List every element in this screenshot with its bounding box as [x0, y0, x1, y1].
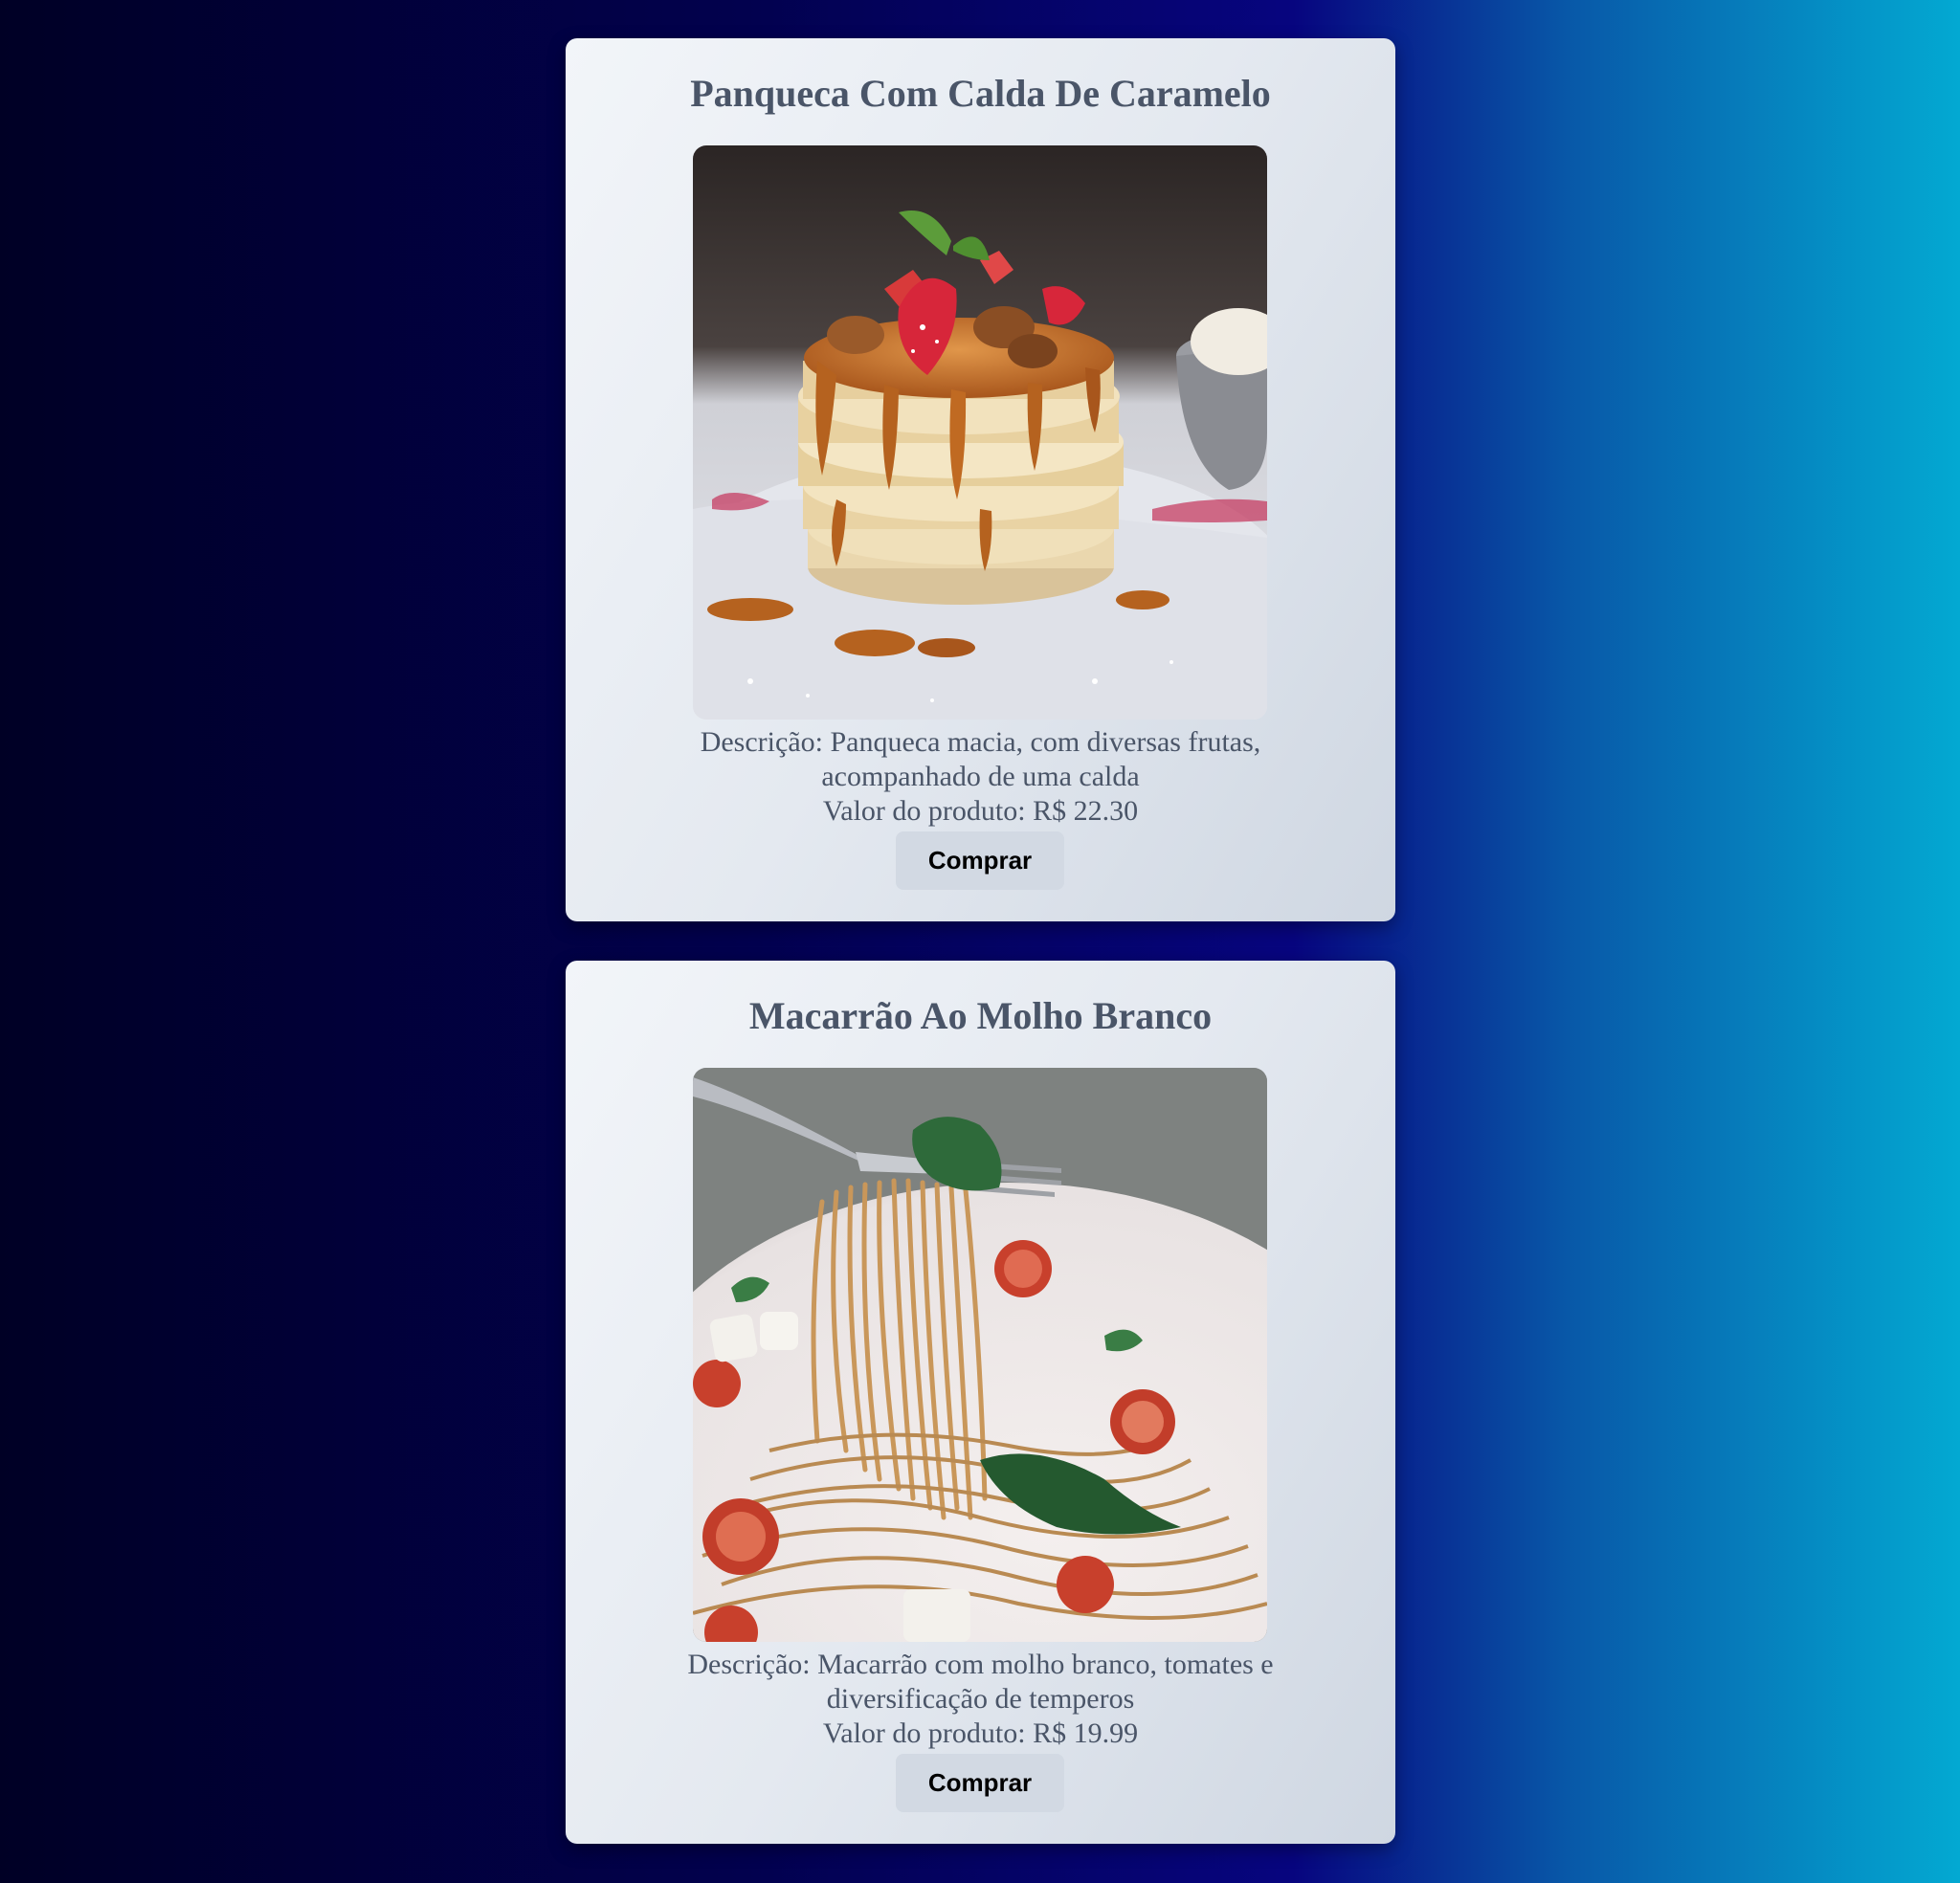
product-price: Valor do produto: R$ 22.30 — [822, 795, 1139, 827]
product-list: Panqueca Com Calda De Caramelo Descrição… — [566, 38, 1395, 1883]
product-image — [693, 145, 1267, 720]
product-image — [693, 1068, 1267, 1642]
product-price: Valor do produto: R$ 19.99 — [822, 1717, 1139, 1749]
buy-button[interactable]: Comprar — [896, 831, 1064, 890]
product-description: Descrição: Panqueca macia, com diversas … — [700, 726, 1261, 792]
product-card: Macarrão Ao Molho Branco Descrição: Maca… — [566, 961, 1395, 1844]
product-card: Panqueca Com Calda De Caramelo Descrição… — [566, 38, 1395, 921]
product-title: Macarrão Ao Molho Branco — [748, 994, 1213, 1037]
product-description: Descrição: Macarrão com molho branco, to… — [687, 1649, 1274, 1715]
buy-button[interactable]: Comprar — [896, 1754, 1064, 1812]
product-title: Panqueca Com Calda De Caramelo — [690, 72, 1271, 115]
